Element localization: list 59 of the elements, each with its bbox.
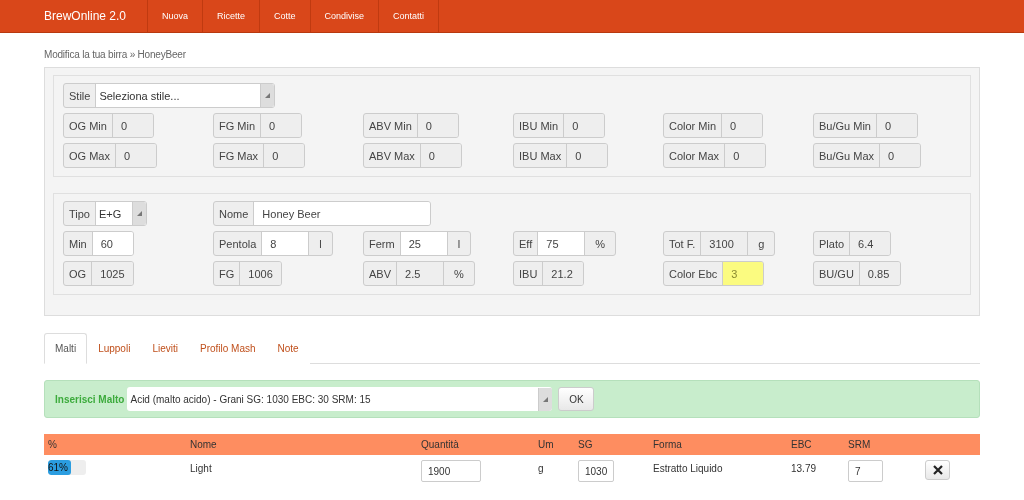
input-field[interactable]: Color Ebc 3 bbox=[663, 261, 765, 286]
caret-icon bbox=[260, 84, 275, 107]
column-header: SG bbox=[578, 439, 594, 450]
caret-icon bbox=[538, 387, 553, 411]
input-field[interactable]: Color Min 0 bbox=[663, 113, 764, 138]
column-header: EBC bbox=[791, 439, 813, 450]
input-field[interactable]: FG 1006 bbox=[213, 261, 282, 286]
close-icon bbox=[932, 465, 943, 475]
insert-malt-label: Inserisci Malto bbox=[55, 393, 125, 405]
table-cell-text: g bbox=[538, 462, 545, 474]
table-cell-text: 13.79 bbox=[791, 462, 818, 474]
ok-button[interactable]: OK bbox=[558, 387, 595, 411]
nav-link[interactable]: Contatti bbox=[378, 0, 440, 32]
delete-button[interactable] bbox=[925, 460, 950, 480]
table-cell-text: Light bbox=[190, 462, 213, 474]
table-cell-text: Estratto Liquido bbox=[653, 462, 724, 474]
column-header: Forma bbox=[653, 439, 683, 450]
input-field[interactable]: Bu/Gu Min 0 bbox=[813, 113, 918, 138]
input-field[interactable]: Ferm 25 l bbox=[363, 231, 472, 256]
input-field[interactable]: ABV 2.5 % bbox=[363, 261, 475, 286]
input-field[interactable]: Bu/Gu Max 0 bbox=[813, 143, 922, 168]
type-select[interactable]: Tipo E+G bbox=[63, 201, 147, 226]
malt-select[interactable]: Acid (malto acido) - Grani SG: 1030 EBC: 30 SRM: 15 bbox=[127, 387, 553, 411]
input-field[interactable]: BU/GU 0.85 bbox=[813, 261, 901, 286]
nav-link[interactable]: Ricette bbox=[202, 0, 260, 32]
input-field[interactable]: OG Min 0 bbox=[63, 113, 154, 138]
column-header: Nome bbox=[190, 439, 218, 450]
column-header: % bbox=[48, 439, 58, 450]
input-field[interactable]: ABV Min 0 bbox=[363, 113, 459, 138]
nav-link[interactable]: Cotte bbox=[259, 0, 310, 32]
column-header: SRM bbox=[848, 439, 872, 450]
input-field[interactable]: Plato 6.4 bbox=[813, 231, 892, 256]
input-field[interactable]: Min 60 bbox=[63, 231, 134, 256]
progress-bar: 61% bbox=[48, 460, 86, 475]
input-field[interactable]: OG Max 0 bbox=[63, 143, 157, 168]
input-field[interactable]: OG 1025 bbox=[63, 261, 134, 286]
input-field[interactable]: Eff 75 % bbox=[513, 231, 617, 256]
breadcrumb: Modifica la tua birra » HoneyBeer bbox=[44, 49, 187, 60]
name-field[interactable]: Nome Honey Beer bbox=[213, 201, 432, 226]
brand-name[interactable]: BrewOnline 2.0 bbox=[44, 0, 147, 32]
nav-link[interactable]: Condivise bbox=[309, 0, 379, 32]
srm-input[interactable]: 7 bbox=[848, 460, 883, 482]
input-field[interactable]: FG Max 0 bbox=[213, 143, 306, 168]
input-field[interactable]: IBU Max 0 bbox=[513, 143, 609, 168]
sg-input[interactable]: 1030 bbox=[578, 460, 614, 482]
caret-icon bbox=[132, 202, 146, 225]
input-field[interactable]: ABV Max 0 bbox=[363, 143, 462, 168]
input-field[interactable]: IBU Min 0 bbox=[513, 113, 606, 138]
style-select[interactable]: Stile Seleziona stile... bbox=[63, 83, 276, 108]
input-field[interactable]: Color Max 0 bbox=[663, 143, 767, 168]
input-field[interactable]: Pentola 8 l bbox=[213, 231, 333, 256]
column-header: Quantità bbox=[421, 439, 460, 450]
column-header: Um bbox=[538, 439, 555, 450]
input-field[interactable]: Tot F. 3100 g bbox=[663, 231, 776, 256]
quantity-input[interactable]: 1900 bbox=[421, 460, 481, 482]
input-field[interactable]: FG Min 0 bbox=[213, 113, 303, 138]
tab[interactable]: Malti bbox=[44, 333, 88, 364]
input-field[interactable]: IBU 21.2 bbox=[513, 261, 585, 286]
nav-link[interactable]: Nuova bbox=[147, 0, 202, 32]
